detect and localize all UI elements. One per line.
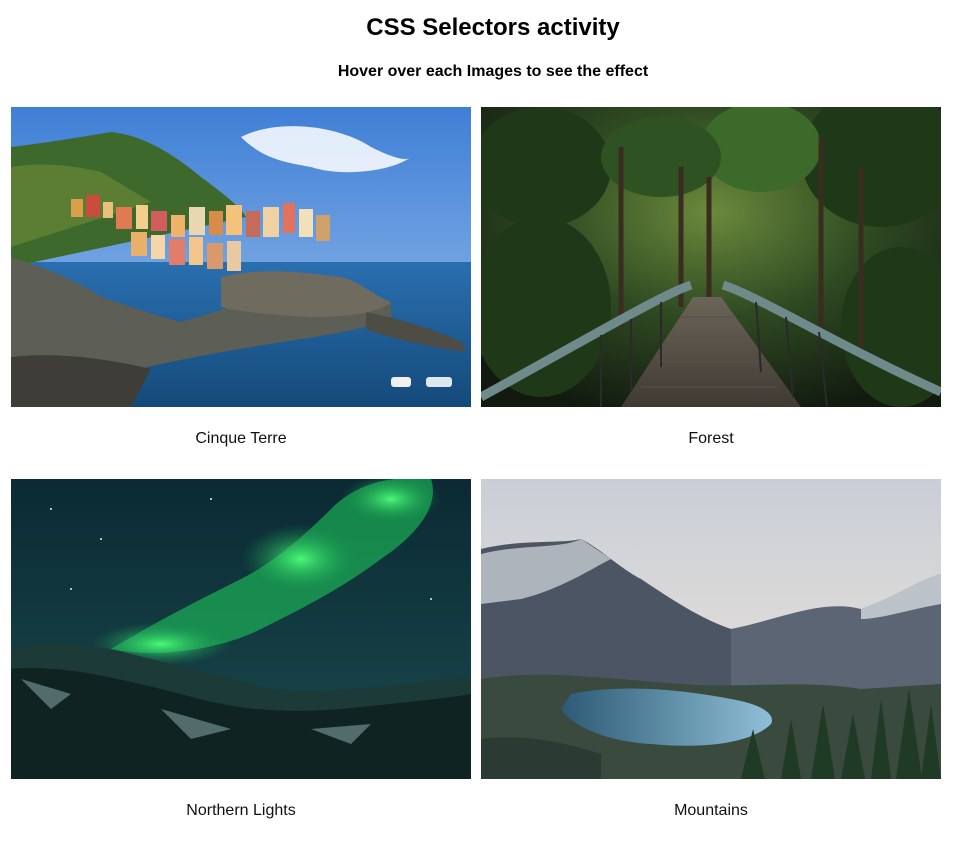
page-title: CSS Selectors activity — [366, 14, 620, 41]
mountains-image[interactable] — [481, 479, 941, 779]
northern-lights-image[interactable] — [11, 479, 471, 779]
gallery-card-northern-lights: Northern Lights — [11, 479, 471, 851]
image-gallery: Cinque Terre Forest Northern Lights Moun… — [11, 107, 941, 851]
cinque-terre-caption: Cinque Terre — [195, 430, 287, 447]
forest-caption: Forest — [688, 430, 734, 447]
northern-lights-caption: Northern Lights — [186, 802, 296, 819]
gallery-card-forest: Forest — [481, 107, 941, 479]
mountains-caption: Mountains — [674, 802, 748, 819]
forest-image[interactable] — [481, 107, 941, 407]
gallery-card-mountains: Mountains — [481, 479, 941, 851]
gallery-card-cinque-terre: Cinque Terre — [11, 107, 471, 479]
cinque-terre-image[interactable] — [11, 107, 471, 407]
page-subtitle: Hover over each Images to see the effect — [337, 63, 649, 80]
